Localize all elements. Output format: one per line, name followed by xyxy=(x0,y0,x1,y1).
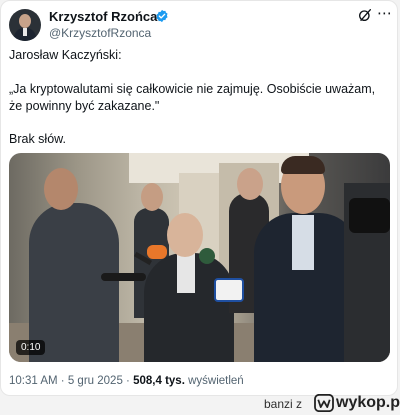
avatar-head xyxy=(19,14,31,28)
video-duration: 0:10 xyxy=(16,340,46,355)
author-handle[interactable]: @KrzysztofRzonca xyxy=(49,26,151,40)
author-name[interactable]: Krzysztof Rzońca xyxy=(49,9,157,25)
video-woman-head xyxy=(237,168,263,200)
watermark-brand: wykop.pl xyxy=(336,394,400,411)
more-options-icon[interactable]: ⋯ xyxy=(377,4,393,22)
video-mic-green xyxy=(199,248,215,264)
watermark-user: banzi z xyxy=(264,397,302,411)
tweet-date[interactable]: 5 gru 2025 xyxy=(68,375,123,387)
author-avatar[interactable] xyxy=(9,9,41,41)
grok-icon[interactable] xyxy=(357,7,373,23)
tweet-time[interactable]: 10:31 AM xyxy=(9,375,58,387)
tweet-video[interactable]: 0:10 xyxy=(9,153,390,362)
video-central-man-shirt xyxy=(177,253,195,293)
video-mic-tvp xyxy=(214,278,244,302)
video-right-man-hair xyxy=(281,156,325,174)
video-person-left-head xyxy=(44,168,78,210)
views-count: 508,4 tys. xyxy=(133,375,185,387)
video-mic-orange xyxy=(147,245,167,259)
avatar-collar xyxy=(23,28,27,36)
tweet-meta: 10:31 AM · 5 gru 2025 · 508,4 tys. wyświ… xyxy=(9,374,244,388)
video-central-man-head xyxy=(167,213,203,257)
verified-badge-icon xyxy=(156,9,168,23)
video-right-man-shirt xyxy=(292,215,314,270)
video-person-back-head xyxy=(141,183,163,211)
video-person-left xyxy=(29,203,119,362)
watermark-preposition: z xyxy=(296,397,303,411)
meta-separator-1: · xyxy=(60,375,65,387)
tweet-text-line3: Brak słów. xyxy=(9,132,66,146)
tweet-text-line1: Jarosław Kaczyński: xyxy=(9,48,122,62)
tweet-card[interactable]: Krzysztof Rzońca @KrzysztofRzonca ⋯ Jaro… xyxy=(0,0,398,396)
wykop-logo-icon xyxy=(314,394,334,412)
views-label: wyświetleń xyxy=(188,375,244,387)
meta-separator-2: · xyxy=(126,375,130,387)
watermark-username: banzi xyxy=(264,397,293,411)
video-camera xyxy=(349,198,390,233)
tweet-text-quote: „Ja kryptowalutami się całkowicie nie za… xyxy=(9,82,376,113)
video-mic-left xyxy=(101,273,146,281)
